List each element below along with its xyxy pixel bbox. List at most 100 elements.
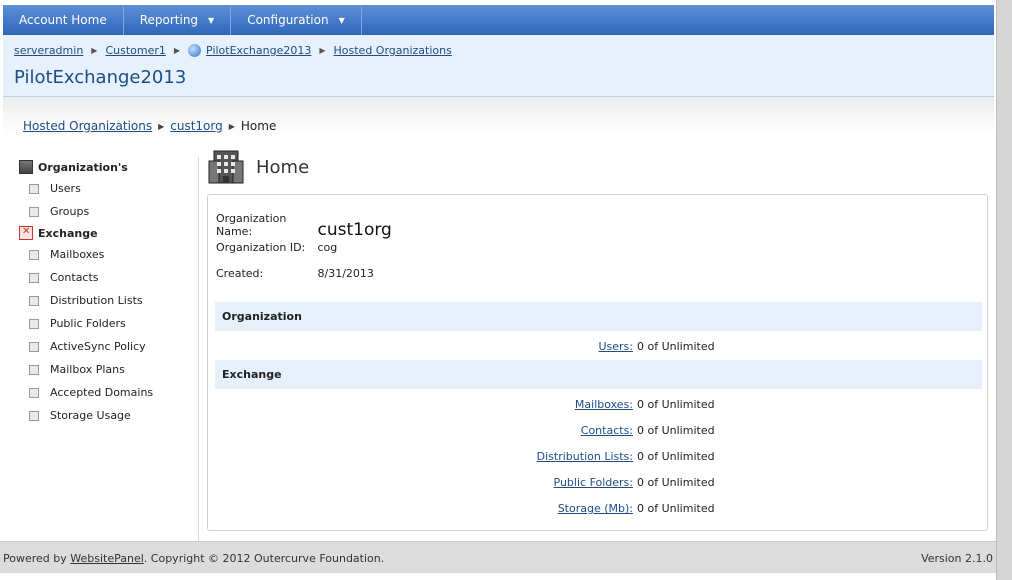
sidebar-heading-label: Exchange: [38, 226, 98, 240]
storage-link[interactable]: Storage (Mb):: [558, 502, 633, 515]
sidebar-item-label: Users: [50, 182, 81, 195]
stat-value: 0 of Unlimited: [637, 476, 715, 489]
org-name-value: cust1org: [317, 220, 392, 240]
item-bullet-icon: [29, 364, 39, 375]
breadcrumb-serveradmin[interactable]: serveradmin: [14, 44, 83, 57]
organization-home-panel: Organization Name: cust1org Organization…: [207, 194, 988, 531]
stat-value: 0 of Unlimited: [637, 340, 715, 353]
org-id-row: Organization ID: cog: [216, 241, 337, 254]
nav-label: Account Home: [19, 13, 107, 27]
content-breadcrumb: Hosted Organizations ▶ cust1org ▶ Home: [23, 119, 276, 133]
sidebar-item-label: Mailbox Plans: [50, 363, 125, 376]
item-bullet-icon: [29, 295, 39, 306]
stat-value: 0 of Unlimited: [637, 450, 715, 463]
org-id-value: cog: [317, 241, 338, 254]
nav-reporting[interactable]: Reporting ▼: [124, 5, 232, 35]
sidebar-item-label: Public Folders: [50, 317, 126, 330]
sidebar-item-mailboxes[interactable]: Mailboxes: [17, 243, 198, 266]
org-name-row: Organization Name: cust1org: [216, 212, 392, 240]
public-folders-link[interactable]: Public Folders:: [554, 476, 633, 489]
footer-version: Version 2.1.0: [921, 552, 993, 565]
breadcrumb-customer[interactable]: Customer1: [105, 44, 165, 57]
sidebar-item-label: ActiveSync Policy: [50, 340, 146, 353]
header: serveradmin ▶ Customer1 ▶ PilotExchange2…: [3, 35, 994, 97]
breadcrumb: serveradmin ▶ Customer1 ▶ PilotExchange2…: [14, 44, 452, 57]
sidebar-item-label: Distribution Lists: [50, 294, 143, 307]
sidebar-heading-exchange: Exchange: [17, 223, 198, 243]
footer-prefix: Powered by: [3, 552, 71, 565]
item-bullet-icon: [29, 318, 39, 329]
sidebar-item-label: Mailboxes: [50, 248, 105, 261]
sidebar-item-users[interactable]: Users: [17, 177, 198, 200]
building-icon: [19, 160, 33, 174]
item-bullet-icon: [29, 206, 39, 217]
breadcrumb-arrow-icon: ▶: [91, 46, 98, 55]
breadcrumb-arrow-icon: ▶: [319, 46, 326, 55]
nav-configuration[interactable]: Configuration ▼: [231, 5, 362, 35]
distribution-lists-link[interactable]: Distribution Lists:: [537, 450, 633, 463]
sidebar-item-distribution-lists[interactable]: Distribution Lists: [17, 289, 198, 312]
item-bullet-icon: [29, 410, 39, 421]
websitepanel-link[interactable]: WebsitePanel: [70, 552, 144, 565]
sidebar: Organization's Users Groups Exchange Mai…: [17, 157, 199, 541]
mailboxes-link[interactable]: Mailboxes:: [575, 398, 633, 411]
created-label: Created:: [216, 267, 264, 280]
building-icon: [208, 150, 244, 184]
nav-account-home[interactable]: Account Home: [3, 5, 124, 35]
sidebar-item-activesync-policy[interactable]: ActiveSync Policy: [17, 335, 198, 358]
sidebar-item-public-folders[interactable]: Public Folders: [17, 312, 198, 335]
footer-suffix: . Copyright © 2012 Outercurve Foundation…: [143, 552, 385, 565]
sidebar-item-accepted-domains[interactable]: Accepted Domains: [17, 381, 198, 404]
sidebar-item-label: Contacts: [50, 271, 99, 284]
org-name-label: Organization Name:: [216, 212, 287, 238]
breadcrumb-arrow-icon: ▶: [158, 121, 165, 131]
org-id-label: Organization ID:: [216, 241, 306, 254]
breadcrumb-arrow-icon: ▶: [173, 46, 181, 55]
sidebar-item-mailbox-plans[interactable]: Mailbox Plans: [17, 358, 198, 381]
page-title: PilotExchange2013: [14, 67, 187, 88]
caret-down-icon: ▼: [338, 15, 345, 25]
breadcrumb-hosted-organizations[interactable]: Hosted Organizations: [334, 44, 452, 57]
sidebar-heading-organization: Organization's: [17, 157, 198, 177]
stat-distribution-lists: Distribution Lists: 0 of Unlimited: [215, 450, 982, 463]
nav-label: Configuration: [247, 13, 329, 27]
top-nav: Account Home Reporting ▼ Configuration ▼: [3, 5, 994, 35]
users-link[interactable]: Users:: [598, 340, 633, 353]
stat-value: 0 of Unlimited: [637, 502, 715, 515]
page: Account Home Reporting ▼ Configuration ▼…: [0, 0, 1012, 580]
window-edge: [996, 0, 1012, 580]
stat-public-folders: Public Folders: 0 of Unlimited: [215, 476, 982, 489]
item-bullet-icon: [29, 387, 39, 398]
stat-value: 0 of Unlimited: [637, 398, 715, 411]
sidebar-item-contacts[interactable]: Contacts: [17, 266, 198, 289]
sidebar-item-storage-usage[interactable]: Storage Usage: [17, 404, 198, 427]
section-title: Home: [256, 157, 310, 178]
caret-down-icon: ▼: [208, 15, 215, 25]
item-bullet-icon: [29, 249, 39, 260]
footer-copyright: Powered by WebsitePanel. Copyright © 201…: [3, 552, 384, 565]
breadcrumb-space[interactable]: PilotExchange2013: [206, 44, 311, 57]
crumb-organization[interactable]: cust1org: [170, 119, 222, 133]
sidebar-item-label: Accepted Domains: [50, 386, 154, 399]
created-row: Created: 8/31/2013: [216, 267, 374, 280]
contacts-link[interactable]: Contacts:: [581, 424, 633, 437]
stat-users: Users: 0 of Unlimited: [215, 340, 982, 353]
stat-contacts: Contacts: 0 of Unlimited: [215, 424, 982, 437]
stat-value: 0 of Unlimited: [637, 424, 715, 437]
sidebar-item-groups[interactable]: Groups: [17, 200, 198, 223]
stat-storage: Storage (Mb): 0 of Unlimited: [215, 502, 982, 515]
crumb-current: Home: [240, 119, 277, 133]
created-value: 8/31/2013: [317, 267, 374, 280]
exchange-section-header: Exchange: [215, 360, 982, 389]
nav-label: Reporting: [139, 13, 199, 27]
crumb-hosted-organizations[interactable]: Hosted Organizations: [23, 119, 152, 133]
organization-section-header: Organization: [215, 302, 982, 331]
globe-icon: [188, 44, 202, 57]
breadcrumb-arrow-icon: ▶: [228, 121, 235, 131]
item-bullet-icon: [29, 341, 39, 352]
sidebar-item-label: Groups: [50, 205, 90, 218]
footer: Powered by WebsitePanel. Copyright © 201…: [0, 541, 996, 573]
item-bullet-icon: [29, 272, 39, 283]
item-bullet-icon: [29, 183, 39, 194]
stat-mailboxes: Mailboxes: 0 of Unlimited: [215, 398, 982, 411]
